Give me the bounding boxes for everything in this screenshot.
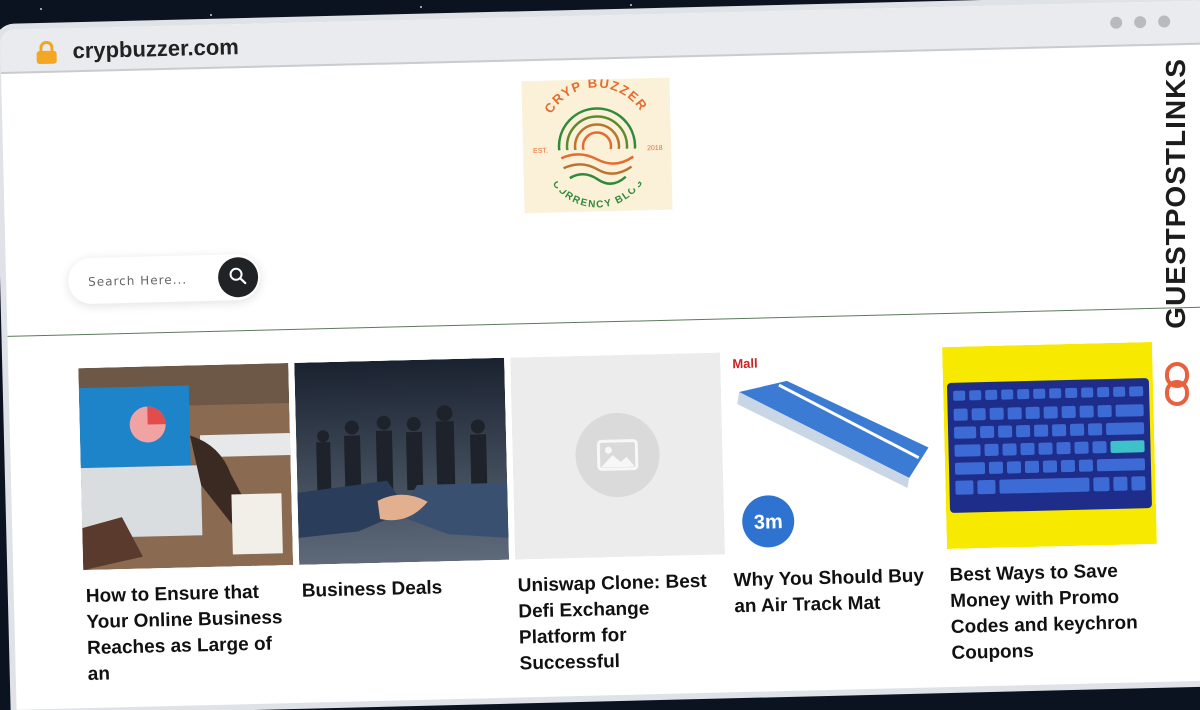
window-dot-icon[interactable]: [1134, 15, 1147, 29]
post-title[interactable]: Business Deals: [299, 574, 510, 605]
post-thumbnail[interactable]: [942, 341, 1157, 550]
logo-emblem-icon: CRYP BUZZER CURRENCY BLOG EST. 2018: [533, 74, 663, 212]
site-logo[interactable]: CRYP BUZZER CURRENCY BLOG EST. 2018: [521, 74, 673, 214]
post-card[interactable]: How to Ensure that Your Online Business …: [78, 363, 296, 688]
handshake-photo-icon: [294, 357, 510, 565]
laptop-chart-photo-icon: [78, 363, 294, 571]
post-title[interactable]: Best Ways to Save Money with Promo Codes…: [947, 558, 1159, 667]
window-controls: [1110, 15, 1171, 29]
post-title[interactable]: Why You Should Buy an Air Track Mat: [731, 563, 942, 620]
keyboard-photo-icon: [942, 341, 1157, 550]
logo-top-text: CRYP BUZZER: [540, 74, 651, 116]
post-card[interactable]: Best Ways to Save Money with Promo Codes…: [942, 341, 1160, 667]
placeholder-image-icon: [510, 352, 726, 560]
post-title[interactable]: Uniswap Clone: Best Defi Exchange Platfo…: [515, 568, 727, 677]
header-divider: [7, 306, 1200, 337]
guestpostlinks-watermark: GUESTPOSTLINKS: [1160, 58, 1194, 406]
search-box: [67, 253, 261, 305]
search-input[interactable]: [85, 266, 211, 294]
watermark-text: GUESTPOSTLINKS: [1160, 58, 1191, 329]
post-thumbnail[interactable]: [294, 357, 510, 565]
post-title[interactable]: How to Ensure that Your Online Business …: [84, 579, 296, 688]
post-card[interactable]: Mall 3m Why You Should Buy an Air Track …: [726, 347, 942, 620]
svg-text:CRYP BUZZER: CRYP BUZZER: [540, 78, 651, 117]
post-thumbnail[interactable]: [510, 352, 726, 560]
size-badge: 3m: [754, 511, 783, 534]
post-thumbnail[interactable]: [78, 363, 294, 571]
search-button[interactable]: [217, 256, 259, 298]
logo-year-text: 2018: [647, 145, 663, 152]
post-grid: How to Ensure that Your Online Business …: [78, 341, 1166, 708]
window-dot-icon[interactable]: [1110, 16, 1123, 29]
brand-label: Mall: [732, 356, 758, 372]
post-card[interactable]: Uniswap Clone: Best Defi Exchange Platfo…: [510, 352, 728, 678]
logo-est-text: EST.: [533, 148, 548, 155]
post-thumbnail[interactable]: Mall 3m: [726, 347, 941, 555]
air-track-mat-photo-icon: Mall 3m: [726, 347, 941, 555]
post-card[interactable]: Business Deals: [294, 357, 510, 605]
page-content: CRYP BUZZER CURRENCY BLOG EST. 2018 Sear…: [1, 44, 1200, 709]
url-text[interactable]: crypbuzzer.com: [72, 34, 239, 64]
link-chain-icon: [1165, 362, 1189, 406]
browser-window: crypbuzzer.com CRYP BUZZER CURRENCY BLOG: [0, 0, 1200, 710]
search-icon: [229, 267, 247, 285]
window-dot-icon[interactable]: [1157, 15, 1171, 28]
lock-icon: [36, 40, 57, 65]
